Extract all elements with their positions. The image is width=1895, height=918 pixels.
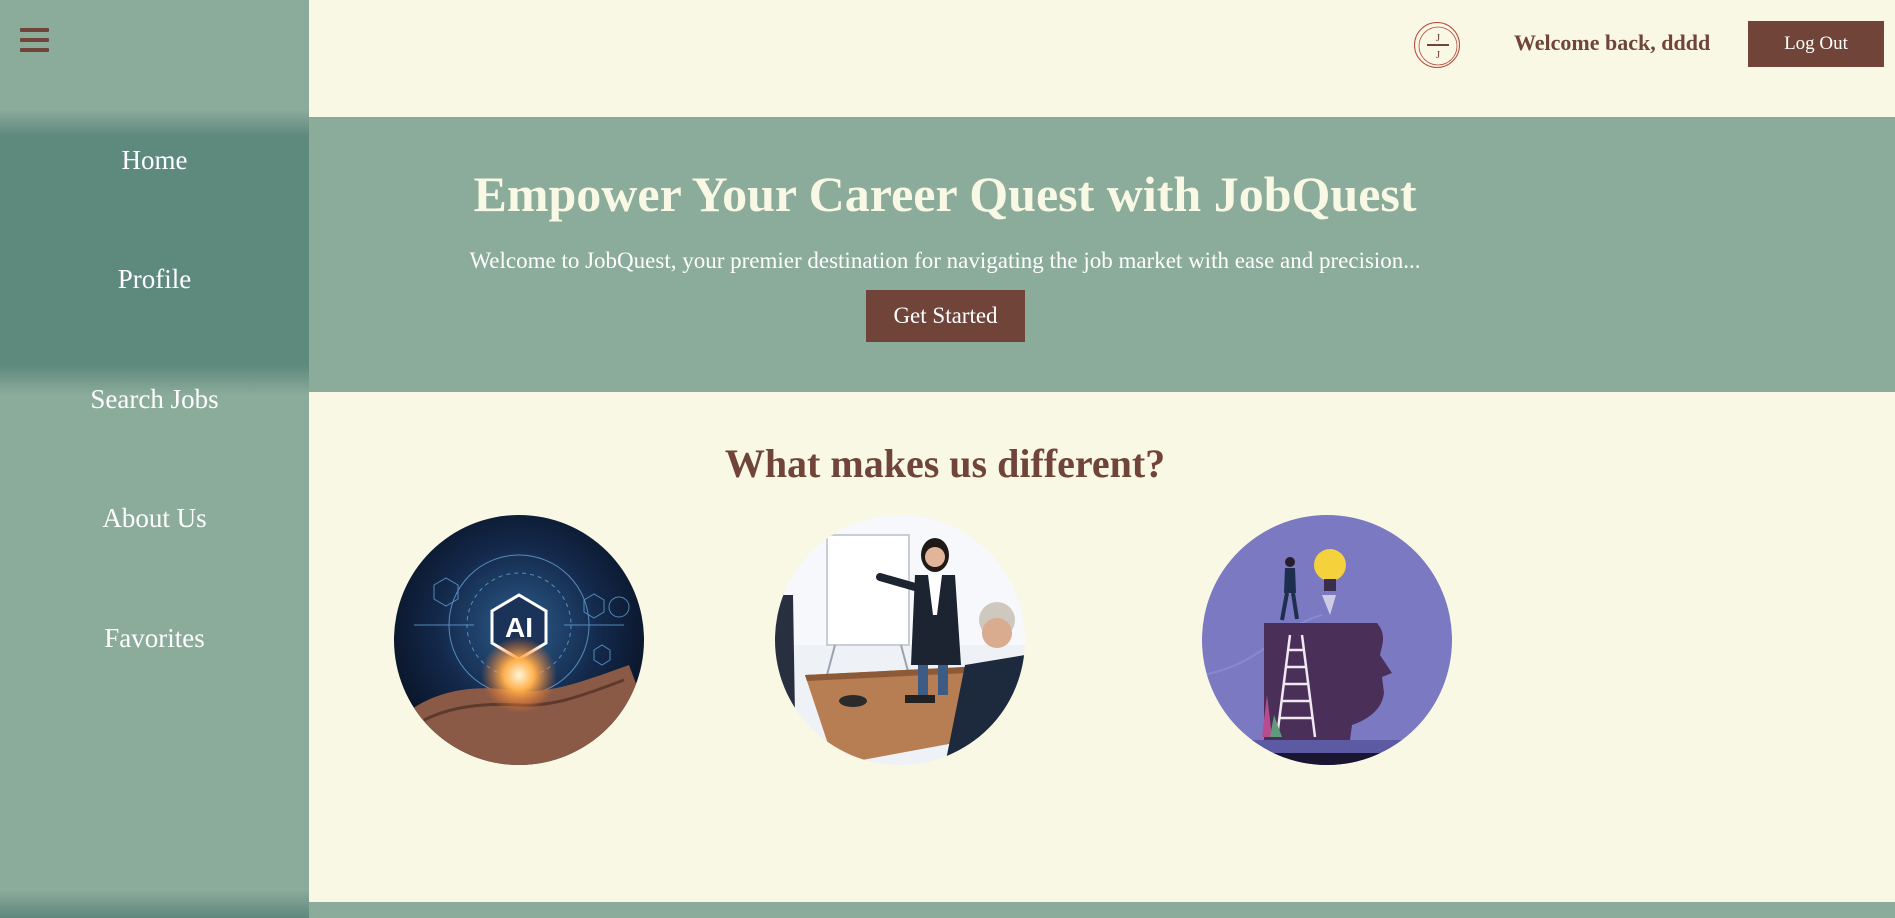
top-bar	[309, 0, 1895, 117]
svg-text:J: J	[1436, 49, 1441, 61]
sidebar-item-home[interactable]: Home	[0, 130, 309, 190]
sidebar-item-search-jobs[interactable]: Search Jobs	[0, 369, 309, 429]
welcome-message: Welcome back, dddd	[1514, 30, 1711, 55]
get-started-button[interactable]: Get Started	[866, 290, 1025, 342]
sidebar-item-favorites[interactable]: Favorites	[0, 608, 309, 668]
sidebar-item-about-us[interactable]: About Us	[0, 488, 309, 548]
hero-title: Empower Your Career Quest with JobQuest	[473, 166, 1417, 222]
hero-banner: Empower Your Career Quest with JobQuest …	[309, 117, 1895, 392]
svg-text:J: J	[1436, 32, 1441, 44]
sidebar: Home Profile Search Jobs About Us Favori…	[0, 0, 309, 918]
business-presentation-image	[775, 515, 1025, 765]
jobquest-logo-icon[interactable]: J J	[1414, 22, 1460, 68]
hero-subtitle: Welcome to JobQuest, your premier destin…	[469, 248, 1421, 273]
ai-hand-image: AI	[394, 515, 644, 765]
idea-head-ladder-image	[1202, 515, 1452, 765]
footer-strip	[309, 902, 1895, 918]
features-heading: What makes us different?	[724, 441, 1166, 486]
hamburger-menu-icon[interactable]	[20, 27, 49, 53]
sidebar-item-profile[interactable]: Profile	[0, 249, 309, 309]
logout-button[interactable]: Log Out	[1748, 21, 1884, 67]
